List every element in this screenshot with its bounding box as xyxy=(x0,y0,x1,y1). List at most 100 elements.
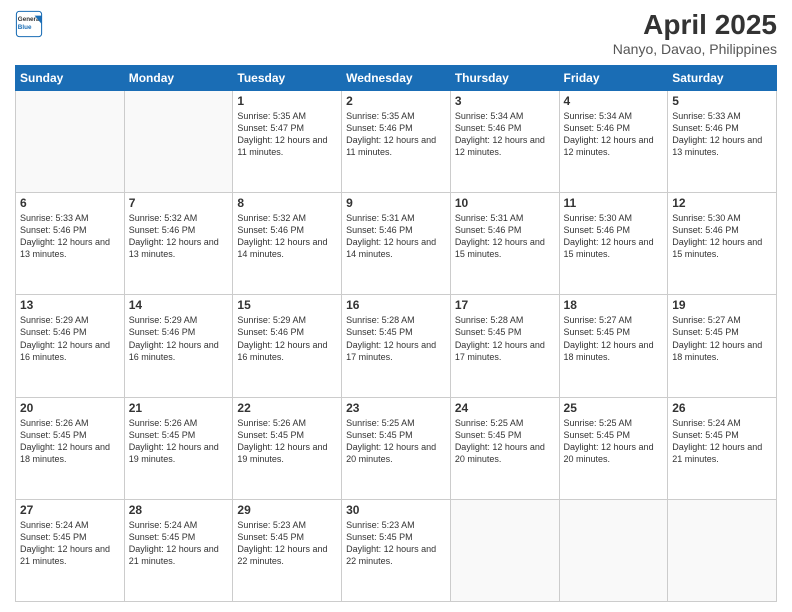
day-info: Sunrise: 5:30 AMSunset: 5:46 PMDaylight:… xyxy=(564,212,664,261)
calendar-cell: 8 Sunrise: 5:32 AMSunset: 5:46 PMDaylight… xyxy=(233,193,342,295)
day-info: Sunrise: 5:26 AMSunset: 5:45 PMDaylight:… xyxy=(20,417,120,466)
calendar-cell: 4 Sunrise: 5:34 AMSunset: 5:46 PMDaylight… xyxy=(559,90,668,192)
day-number: 13 xyxy=(20,298,120,312)
col-saturday: Saturday xyxy=(668,65,777,90)
day-info: Sunrise: 5:35 AMSunset: 5:47 PMDaylight:… xyxy=(237,110,337,159)
page-subtitle: Nanyo, Davao, Philippines xyxy=(613,41,777,57)
svg-text:Blue: Blue xyxy=(18,24,32,31)
calendar-cell: 22 Sunrise: 5:26 AMSunset: 5:45 PMDayligh… xyxy=(233,397,342,499)
col-wednesday: Wednesday xyxy=(342,65,451,90)
logo-icon: General Blue xyxy=(15,10,43,38)
day-number: 9 xyxy=(346,196,446,210)
calendar-week-1: 1 Sunrise: 5:35 AMSunset: 5:47 PMDaylight… xyxy=(16,90,777,192)
calendar-week-4: 20 Sunrise: 5:26 AMSunset: 5:45 PMDayligh… xyxy=(16,397,777,499)
day-info: Sunrise: 5:23 AMSunset: 5:45 PMDaylight:… xyxy=(346,519,446,568)
day-info: Sunrise: 5:32 AMSunset: 5:46 PMDaylight:… xyxy=(237,212,337,261)
day-number: 29 xyxy=(237,503,337,517)
calendar-cell xyxy=(450,499,559,601)
day-info: Sunrise: 5:31 AMSunset: 5:46 PMDaylight:… xyxy=(455,212,555,261)
day-number: 6 xyxy=(20,196,120,210)
day-info: Sunrise: 5:28 AMSunset: 5:45 PMDaylight:… xyxy=(455,314,555,363)
calendar-cell: 10Sunrise: 5:31 AMSunset: 5:46 PMDayligh… xyxy=(450,193,559,295)
day-info: Sunrise: 5:24 AMSunset: 5:45 PMDaylight:… xyxy=(20,519,120,568)
day-number: 7 xyxy=(129,196,229,210)
calendar-cell: 23 Sunrise: 5:25 AMSunset: 5:45 PMDayligh… xyxy=(342,397,451,499)
day-info: Sunrise: 5:34 AMSunset: 5:46 PMDaylight:… xyxy=(455,110,555,159)
day-number: 22 xyxy=(237,401,337,415)
calendar-week-2: 6 Sunrise: 5:33 AMSunset: 5:46 PMDaylight… xyxy=(16,193,777,295)
calendar-cell: 26Sunrise: 5:24 AMSunset: 5:45 PMDayligh… xyxy=(668,397,777,499)
calendar-cell: 5 Sunrise: 5:33 AMSunset: 5:46 PMDaylight… xyxy=(668,90,777,192)
day-info: Sunrise: 5:33 AMSunset: 5:46 PMDaylight:… xyxy=(672,110,772,159)
day-number: 14 xyxy=(129,298,229,312)
day-number: 28 xyxy=(129,503,229,517)
calendar-cell xyxy=(668,499,777,601)
day-info: Sunrise: 5:26 AMSunset: 5:45 PMDaylight:… xyxy=(237,417,337,466)
col-tuesday: Tuesday xyxy=(233,65,342,90)
calendar-cell: 7Sunrise: 5:32 AMSunset: 5:46 PMDaylight… xyxy=(124,193,233,295)
calendar-body: 1 Sunrise: 5:35 AMSunset: 5:47 PMDaylight… xyxy=(16,90,777,601)
calendar-cell: 14 Sunrise: 5:29 AMSunset: 5:46 PMDayligh… xyxy=(124,295,233,397)
day-info: Sunrise: 5:24 AMSunset: 5:45 PMDaylight:… xyxy=(129,519,229,568)
calendar-cell: 28 Sunrise: 5:24 AMSunset: 5:45 PMDayligh… xyxy=(124,499,233,601)
calendar-cell: 1 Sunrise: 5:35 AMSunset: 5:47 PMDaylight… xyxy=(233,90,342,192)
day-info: Sunrise: 5:23 AMSunset: 5:45 PMDaylight:… xyxy=(237,519,337,568)
calendar-cell: 24Sunrise: 5:25 AMSunset: 5:45 PMDayligh… xyxy=(450,397,559,499)
calendar-cell: 15Sunrise: 5:29 AMSunset: 5:46 PMDayligh… xyxy=(233,295,342,397)
calendar-cell: 20 Sunrise: 5:26 AMSunset: 5:45 PMDayligh… xyxy=(16,397,125,499)
day-info: Sunrise: 5:24 AMSunset: 5:45 PMDaylight:… xyxy=(672,417,772,466)
calendar-cell: 30 Sunrise: 5:23 AMSunset: 5:45 PMDayligh… xyxy=(342,499,451,601)
day-number: 24 xyxy=(455,401,555,415)
calendar-cell: 19 Sunrise: 5:27 AMSunset: 5:45 PMDayligh… xyxy=(668,295,777,397)
day-info: Sunrise: 5:31 AMSunset: 5:46 PMDaylight:… xyxy=(346,212,446,261)
day-number: 30 xyxy=(346,503,446,517)
day-info: Sunrise: 5:29 AMSunset: 5:46 PMDaylight:… xyxy=(237,314,337,363)
calendar-cell: 2 Sunrise: 5:35 AMSunset: 5:46 PMDaylight… xyxy=(342,90,451,192)
day-number: 2 xyxy=(346,94,446,108)
calendar-cell: 3 Sunrise: 5:34 AMSunset: 5:46 PMDaylight… xyxy=(450,90,559,192)
calendar-week-3: 13 Sunrise: 5:29 AMSunset: 5:46 PMDayligh… xyxy=(16,295,777,397)
day-info: Sunrise: 5:27 AMSunset: 5:45 PMDaylight:… xyxy=(672,314,772,363)
page-title: April 2025 xyxy=(613,10,777,41)
calendar-cell: 21 Sunrise: 5:26 AMSunset: 5:45 PMDayligh… xyxy=(124,397,233,499)
col-monday: Monday xyxy=(124,65,233,90)
day-info: Sunrise: 5:25 AMSunset: 5:45 PMDaylight:… xyxy=(346,417,446,466)
calendar-cell: 12Sunrise: 5:30 AMSunset: 5:46 PMDayligh… xyxy=(668,193,777,295)
day-number: 17 xyxy=(455,298,555,312)
calendar-cell: 17 Sunrise: 5:28 AMSunset: 5:45 PMDayligh… xyxy=(450,295,559,397)
day-number: 16 xyxy=(346,298,446,312)
calendar-week-5: 27Sunrise: 5:24 AMSunset: 5:45 PMDayligh… xyxy=(16,499,777,601)
calendar-cell: 6 Sunrise: 5:33 AMSunset: 5:46 PMDaylight… xyxy=(16,193,125,295)
day-number: 21 xyxy=(129,401,229,415)
calendar-header-row: Sunday Monday Tuesday Wednesday Thursday… xyxy=(16,65,777,90)
day-info: Sunrise: 5:35 AMSunset: 5:46 PMDaylight:… xyxy=(346,110,446,159)
day-number: 8 xyxy=(237,196,337,210)
calendar-cell: 13Sunrise: 5:29 AMSunset: 5:46 PMDayligh… xyxy=(16,295,125,397)
calendar-cell: 18Sunrise: 5:27 AMSunset: 5:45 PMDayligh… xyxy=(559,295,668,397)
calendar-table: Sunday Monday Tuesday Wednesday Thursday… xyxy=(15,65,777,602)
day-number: 1 xyxy=(237,94,337,108)
calendar-cell: 11 Sunrise: 5:30 AMSunset: 5:46 PMDayligh… xyxy=(559,193,668,295)
day-info: Sunrise: 5:29 AMSunset: 5:46 PMDaylight:… xyxy=(129,314,229,363)
header: General Blue April 2025 Nanyo, Davao, Ph… xyxy=(15,10,777,57)
day-number: 19 xyxy=(672,298,772,312)
day-number: 23 xyxy=(346,401,446,415)
day-number: 25 xyxy=(564,401,664,415)
calendar-cell xyxy=(559,499,668,601)
day-number: 12 xyxy=(672,196,772,210)
day-info: Sunrise: 5:34 AMSunset: 5:46 PMDaylight:… xyxy=(564,110,664,159)
day-number: 4 xyxy=(564,94,664,108)
calendar-cell: 16 Sunrise: 5:28 AMSunset: 5:45 PMDayligh… xyxy=(342,295,451,397)
day-number: 5 xyxy=(672,94,772,108)
day-info: Sunrise: 5:26 AMSunset: 5:45 PMDaylight:… xyxy=(129,417,229,466)
day-info: Sunrise: 5:33 AMSunset: 5:46 PMDaylight:… xyxy=(20,212,120,261)
col-sunday: Sunday xyxy=(16,65,125,90)
calendar-cell: 25Sunrise: 5:25 AMSunset: 5:45 PMDayligh… xyxy=(559,397,668,499)
calendar-cell: 29 Sunrise: 5:23 AMSunset: 5:45 PMDayligh… xyxy=(233,499,342,601)
day-number: 3 xyxy=(455,94,555,108)
day-info: Sunrise: 5:28 AMSunset: 5:45 PMDaylight:… xyxy=(346,314,446,363)
calendar-cell: 9 Sunrise: 5:31 AMSunset: 5:46 PMDaylight… xyxy=(342,193,451,295)
day-number: 20 xyxy=(20,401,120,415)
day-number: 11 xyxy=(564,196,664,210)
page: General Blue April 2025 Nanyo, Davao, Ph… xyxy=(0,0,792,612)
